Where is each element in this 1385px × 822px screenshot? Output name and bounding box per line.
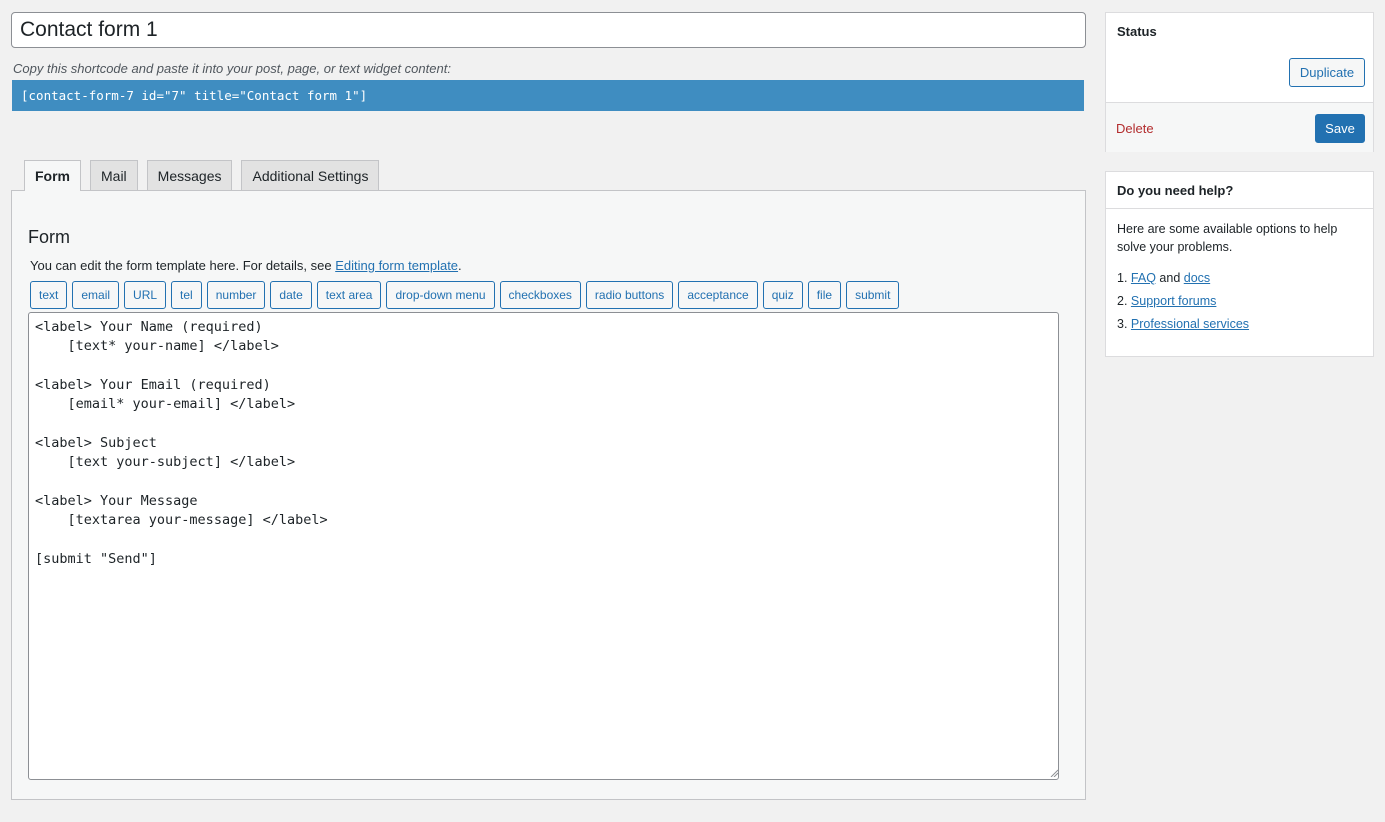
duplicate-button[interactable]: Duplicate: [1289, 58, 1365, 87]
list-item: 2. Support forums: [1117, 291, 1249, 314]
support-forums-link[interactable]: Support forums: [1131, 294, 1216, 308]
professional-services-link[interactable]: Professional services: [1131, 317, 1249, 331]
tag-button-file[interactable]: file: [807, 281, 842, 309]
form-panel: Form You can edit the form template here…: [11, 190, 1086, 800]
tag-button-submit[interactable]: submit: [846, 281, 900, 309]
tag-button-text[interactable]: text: [30, 281, 68, 309]
status-box: Status Duplicate Delete Save: [1105, 12, 1374, 152]
editing-form-template-link[interactable]: Editing form template: [335, 258, 458, 273]
panel-description-text: You can edit the form template here. For…: [30, 258, 336, 273]
tag-generator-buttons: text email URL tel number date text area…: [30, 281, 900, 309]
status-actions: Delete Save: [1106, 102, 1373, 152]
list-number: 1.: [1117, 271, 1128, 285]
tag-button-drop-down-menu[interactable]: drop-down menu: [386, 281, 495, 309]
form-template-editor[interactable]: <label> Your Name (required) [text* your…: [28, 312, 1059, 780]
resize-handle-icon[interactable]: [1050, 769, 1058, 777]
panel-description-suffix: .: [458, 258, 462, 273]
tag-button-acceptance[interactable]: acceptance: [678, 281, 758, 309]
tag-button-radio-buttons[interactable]: radio buttons: [585, 281, 674, 309]
tag-button-email[interactable]: email: [72, 281, 120, 309]
tab-messages[interactable]: Messages: [146, 160, 233, 190]
list-item: 1. FAQ and docs: [1117, 268, 1249, 291]
tag-button-tel[interactable]: tel: [171, 281, 202, 309]
help-options-list: 1. FAQ and docs 2. Support forums 3. Pro…: [1117, 268, 1249, 337]
docs-link[interactable]: docs: [1184, 271, 1210, 285]
status-title: Status: [1117, 24, 1157, 39]
tab-additional-settings[interactable]: Additional Settings: [241, 160, 380, 190]
save-button[interactable]: Save: [1315, 114, 1365, 143]
shortcode-field[interactable]: [contact-form-7 id="7" title="Contact fo…: [12, 80, 1084, 111]
list-number: 3.: [1117, 317, 1128, 331]
tag-button-text-area[interactable]: text area: [316, 281, 382, 309]
tab-mail[interactable]: Mail: [90, 160, 138, 190]
list-number: 2.: [1117, 294, 1128, 308]
tag-button-url[interactable]: URL: [124, 281, 167, 309]
delete-link[interactable]: Delete: [1116, 121, 1154, 136]
tag-button-checkboxes[interactable]: checkboxes: [499, 281, 581, 309]
tag-button-date[interactable]: date: [270, 281, 312, 309]
list-item: 3. Professional services: [1117, 314, 1249, 337]
help-title: Do you need help?: [1106, 172, 1373, 209]
help-box: Do you need help? Here are some availabl…: [1105, 171, 1374, 357]
tab-bar: Form Mail Messages Additional Settings: [24, 160, 380, 191]
panel-title: Form: [28, 227, 70, 247]
faq-link[interactable]: FAQ: [1131, 271, 1156, 285]
panel-description: You can edit the form template here. For…: [30, 258, 462, 273]
tag-button-number[interactable]: number: [206, 281, 266, 309]
help-text: Here are some available options to help …: [1117, 222, 1338, 254]
shortcode-hint: Copy this shortcode and paste it into yo…: [13, 61, 451, 76]
tab-form[interactable]: Form: [24, 160, 81, 191]
and-text: and: [1155, 271, 1184, 285]
form-title-input[interactable]: [11, 12, 1086, 48]
tag-button-quiz[interactable]: quiz: [762, 281, 803, 309]
